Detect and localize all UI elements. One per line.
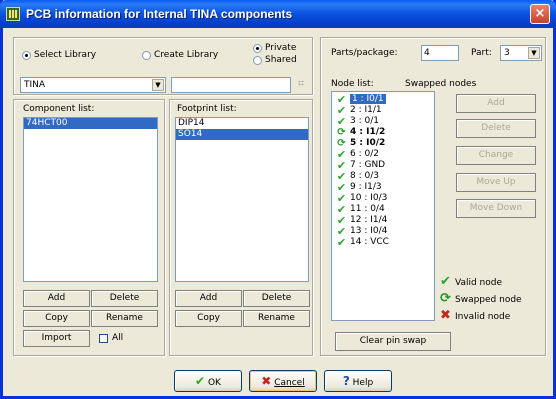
component-delete-button[interactable]: Delete	[91, 290, 158, 307]
node-label: 6 : 0/2	[350, 149, 379, 159]
component-listbox[interactable]: 74HCT00	[23, 117, 158, 282]
component-list-label: Component list:	[23, 104, 95, 114]
node-label: 12 : I1/4	[350, 215, 388, 225]
node-list-item[interactable]: ✔ 3 : 0/1	[332, 116, 434, 127]
ok-label: OK	[207, 378, 221, 388]
node-change-button[interactable]: Change	[456, 146, 536, 165]
valid-node-icon: ✔	[440, 274, 451, 289]
tina-app-icon	[6, 7, 20, 21]
node-list-item[interactable]: ✔ 11 : 0/4	[332, 204, 434, 215]
valid-node-icon: ✔	[336, 115, 347, 128]
create-library-label[interactable]: Create Library	[154, 50, 218, 60]
private-radio[interactable]	[253, 44, 262, 53]
move-up-button[interactable]: Move Up	[456, 173, 536, 192]
chevron-down-icon[interactable]: ▼	[152, 79, 164, 91]
node-delete-button[interactable]: Delete	[456, 119, 536, 138]
node-label: 4 : I1/2	[350, 127, 386, 137]
node-label: 1 : I0/1	[350, 94, 386, 104]
node-list-label: Node list:	[331, 79, 374, 89]
shared-radio[interactable]	[253, 56, 262, 65]
close-button[interactable]: ×	[530, 4, 550, 24]
private-label[interactable]: Private	[265, 43, 296, 53]
pcb-info-dialog: PCB information for Internal TINA compon…	[0, 0, 556, 399]
node-label: 8 : 0/3	[350, 171, 379, 181]
footprint-listbox[interactable]: DIP14 SO14	[175, 117, 309, 282]
swapped-nodes-label: Swapped nodes	[405, 79, 477, 89]
node-list-item[interactable]: ✔ 13 : I0/4	[332, 226, 434, 237]
node-list-item[interactable]: ✔ 10 : I0/3	[332, 193, 434, 204]
help-button[interactable]: ? Help	[324, 370, 392, 392]
all-checkbox[interactable]	[99, 334, 108, 343]
node-list-item[interactable]: ✔ 12 : I1/4	[332, 215, 434, 226]
library-combo[interactable]: TINA ▼	[20, 77, 166, 93]
node-label: 11 : 0/4	[350, 204, 385, 214]
node-list-item[interactable]: ⟳ 5 : I0/2	[332, 138, 434, 149]
parts-package-field[interactable]: 4	[421, 45, 459, 61]
node-list-item[interactable]: ✔ 9 : I1/3	[332, 182, 434, 193]
node-list-item[interactable]: ✔ 7 : GND	[332, 160, 434, 171]
part-combo[interactable]: 3 ▼	[500, 45, 542, 61]
ok-button[interactable]: ✔ OK	[174, 370, 242, 392]
swapped-node-icon: ⟳	[440, 291, 451, 306]
node-label: 5 : I0/2	[350, 138, 386, 148]
library-combo-value: TINA	[24, 80, 46, 90]
node-list-item[interactable]: ⟳ 4 : I1/2	[332, 127, 434, 138]
valid-node-label: Valid node	[455, 278, 503, 288]
node-list-item[interactable]: ✔ 1 : I0/1	[332, 94, 434, 105]
footprint-list-label: Footprint list:	[177, 104, 237, 114]
swapped-node-label: Swapped node	[455, 295, 522, 305]
component-add-button[interactable]: Add	[23, 290, 90, 307]
node-list-item[interactable]: ✔ 6 : 0/2	[332, 149, 434, 160]
shared-label[interactable]: Shared	[265, 55, 297, 65]
close-icon: ✖	[261, 374, 272, 388]
list-item[interactable]: SO14	[176, 129, 308, 140]
node-label: 3 : 0/1	[350, 116, 379, 126]
title-bar[interactable]: PCB information for Internal TINA compon…	[0, 0, 556, 28]
all-checkbox-label[interactable]: All	[112, 333, 123, 343]
node-listbox[interactable]: ✔ 1 : I0/1 ✔ 2 : I1/1 ✔ 3 : 0/1 ⟳ 4 : I1/2 ⟳ 5 : …	[331, 91, 435, 321]
node-label: 2 : I1/1	[350, 105, 382, 115]
footprint-delete-button[interactable]: Delete	[243, 290, 310, 307]
footprint-rename-button[interactable]: Rename	[243, 310, 310, 327]
node-list-item[interactable]: ✔ 14 : VCC	[332, 237, 434, 248]
parts-package-label: Parts/package:	[331, 48, 398, 58]
check-icon: ✔	[195, 374, 206, 388]
help-label: Help	[352, 378, 374, 388]
component-rename-button[interactable]: Rename	[91, 310, 158, 327]
node-add-button[interactable]: Add	[456, 94, 536, 113]
help-icon: ?	[342, 374, 350, 388]
node-list-item[interactable]: ✔ 8 : 0/3	[332, 171, 434, 182]
valid-node-icon: ✔	[336, 236, 347, 249]
clear-pin-swap-button[interactable]: Clear pin swap	[335, 332, 451, 351]
node-list-item[interactable]: ✔ 2 : I1/1	[332, 105, 434, 116]
cancel-button[interactable]: ✖ Cancel	[249, 370, 317, 392]
footprint-copy-button[interactable]: Copy	[175, 310, 242, 327]
node-label: 14 : VCC	[350, 237, 389, 247]
swapped-node-icon: ⟳	[337, 127, 346, 138]
node-label: 10 : I0/3	[350, 193, 388, 203]
list-item[interactable]: DIP14	[176, 118, 308, 129]
browse-icon[interactable]: ⌗	[294, 77, 308, 91]
window-title: PCB information for Internal TINA compon…	[26, 7, 293, 21]
select-library-label[interactable]: Select Library	[34, 50, 96, 60]
component-import-button[interactable]: Import	[23, 330, 90, 347]
footprint-add-button[interactable]: Add	[175, 290, 242, 307]
node-label: 9 : I1/3	[350, 182, 382, 192]
chevron-down-icon[interactable]: ▼	[528, 47, 540, 59]
part-combo-value: 3	[504, 48, 510, 58]
invalid-node-icon: ✖	[440, 308, 451, 323]
node-label: 7 : GND	[350, 160, 386, 170]
move-down-button[interactable]: Move Down	[456, 199, 536, 218]
select-library-radio[interactable]	[22, 51, 31, 60]
library-name-field[interactable]	[171, 77, 291, 93]
create-library-radio[interactable]	[142, 51, 151, 60]
cancel-label: Cancel	[274, 378, 305, 388]
invalid-node-label: Invalid node	[455, 312, 511, 322]
list-item[interactable]: 74HCT00	[24, 118, 157, 129]
part-label: Part:	[471, 48, 492, 58]
node-label: 13 : I0/4	[350, 226, 388, 236]
component-copy-button[interactable]: Copy	[23, 310, 90, 327]
